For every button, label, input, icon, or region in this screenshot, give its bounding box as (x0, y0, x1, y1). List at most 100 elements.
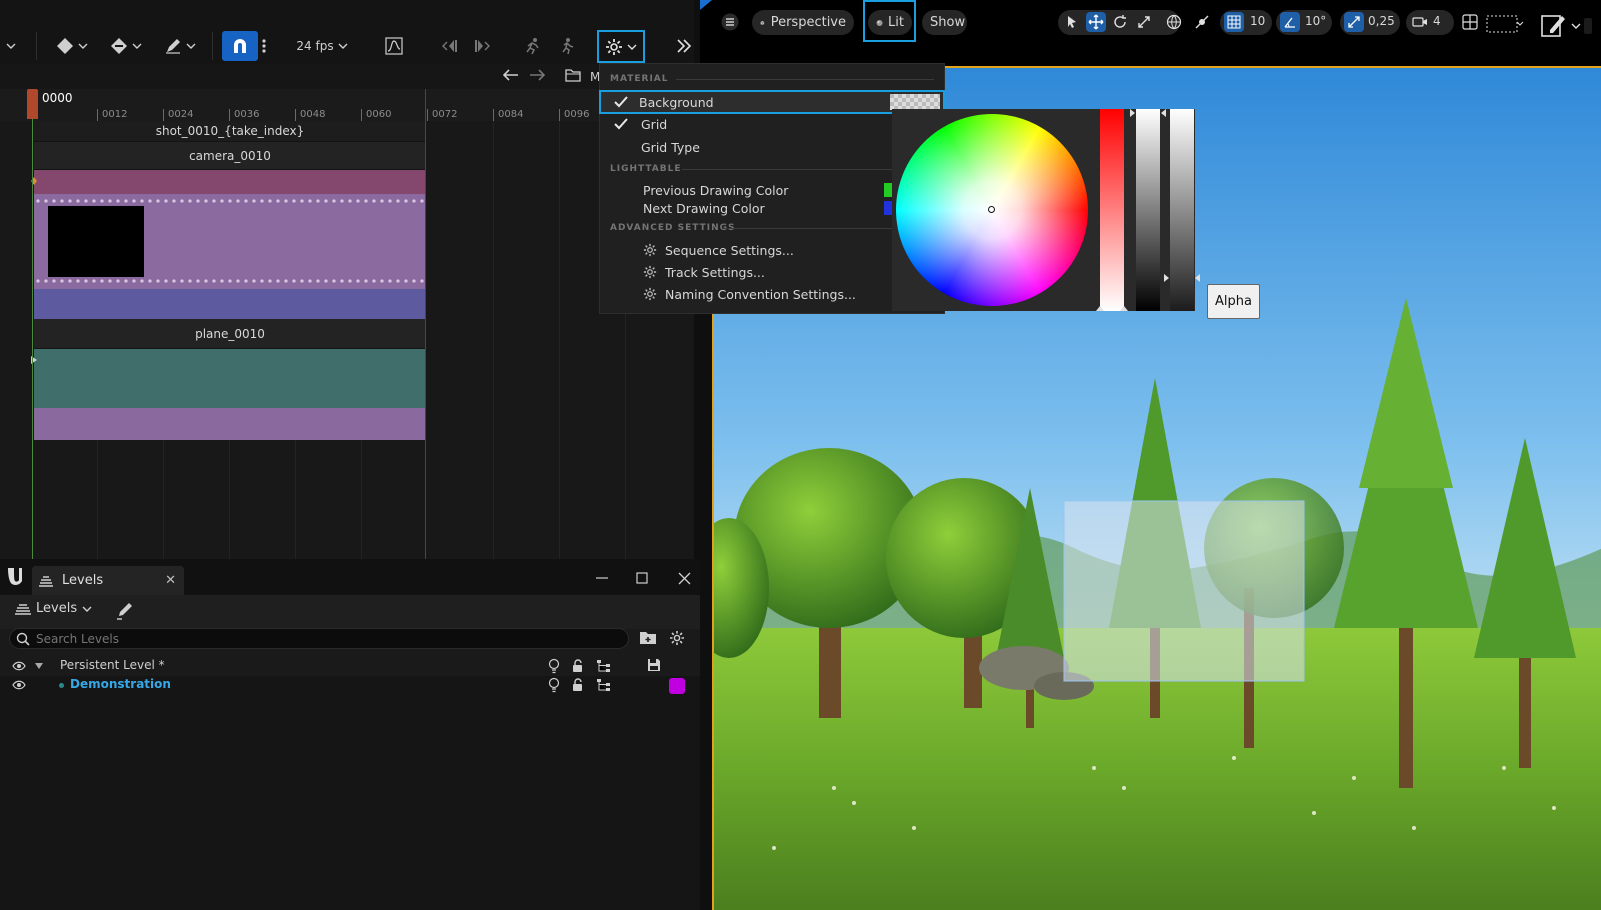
world-space-icon[interactable] (1164, 12, 1184, 32)
gear-icon (606, 39, 622, 55)
level-row-persistent[interactable]: Persistent Level * (0, 657, 700, 676)
jump-previous-key-icon (442, 40, 457, 52)
menu-item-grid-type[interactable]: Grid Type (641, 140, 700, 155)
levels-tab[interactable]: Levels ✕ (32, 566, 184, 595)
fps-dropdown[interactable]: 24 fps (290, 31, 354, 61)
grid-snap-icon[interactable] (1224, 12, 1244, 32)
camera-section-label[interactable]: camera_0010 (34, 142, 426, 170)
search-icon (16, 632, 30, 646)
snap-options-icon[interactable] (258, 31, 270, 61)
value-slider[interactable] (1136, 109, 1160, 311)
toolbar-expand-icon[interactable] (674, 31, 694, 61)
settings-button[interactable] (600, 32, 642, 62)
search-levels-field[interactable] (9, 628, 629, 649)
gear-icon (643, 265, 657, 279)
add-level-folder-icon[interactable] (639, 629, 657, 647)
visibility-eye-icon[interactable] (12, 680, 26, 690)
scale-icon[interactable] (1134, 12, 1154, 32)
select-arrow-icon[interactable] (1062, 12, 1082, 32)
pen-tool-button[interactable] (160, 31, 200, 61)
lock-icon[interactable] (572, 678, 586, 692)
jump-to-start-button[interactable] (438, 31, 464, 61)
close-window-icon[interactable] (672, 568, 696, 588)
menu-item-grid[interactable]: Grid (641, 117, 667, 132)
move-icon[interactable] (1086, 12, 1106, 32)
viewport-layout-icon[interactable] (1460, 12, 1480, 32)
chevron-down-icon (132, 43, 142, 49)
allow-edits-button[interactable] (554, 31, 580, 61)
menu-item-sequence-settings[interactable]: Sequence Settings... (665, 243, 794, 258)
jump-to-end-button[interactable] (468, 31, 494, 61)
diamond-key-icon (57, 38, 73, 54)
previous-color-swatch[interactable] (884, 183, 892, 197)
close-tab-icon[interactable]: ✕ (165, 573, 176, 588)
maximize-icon[interactable] (630, 568, 654, 588)
ruler-tick: 0060 (361, 109, 391, 121)
save-level-icon[interactable] (647, 658, 661, 672)
minimize-icon[interactable] (590, 568, 614, 588)
current-frame-label: 0000 (42, 91, 73, 105)
playhead-handle[interactable] (27, 89, 38, 119)
grid-snap-value: 10 (1250, 14, 1266, 28)
navigate-back-icon[interactable] (500, 64, 522, 86)
saturation-slider[interactable] (1100, 109, 1124, 311)
menu-item-previous-drawing-color[interactable]: Previous Drawing Color (643, 183, 788, 198)
lighting-bulb-icon[interactable] (548, 658, 560, 674)
camera-subtrack-bar[interactable] (34, 289, 426, 319)
value-slider-handle[interactable] (1130, 109, 1166, 117)
gear-icon (643, 243, 657, 257)
playhead-line (32, 119, 33, 559)
magnet-icon (234, 39, 246, 53)
levels-dropdown[interactable]: Levels (14, 601, 92, 616)
separator (36, 32, 37, 60)
ruler-tick: 0012 (97, 109, 127, 121)
shot-section-label[interactable]: shot_0010_{take_index} (34, 121, 426, 142)
hierarchy-icon[interactable] (596, 678, 612, 692)
alpha-slider-handle[interactable] (1164, 274, 1200, 282)
auto-key-button[interactable] (520, 31, 546, 61)
navigate-forward-icon[interactable] (526, 64, 548, 86)
alpha-tooltip: Alpha (1207, 284, 1260, 319)
saturation-slider-handle[interactable] (1096, 303, 1128, 311)
lit-button[interactable]: Lit (868, 10, 912, 35)
key-button[interactable] (52, 31, 92, 61)
levels-icon (39, 575, 53, 587)
levels-settings-gear-icon[interactable] (669, 630, 687, 648)
perspective-button[interactable]: Perspective (752, 10, 854, 35)
search-levels-input[interactable] (36, 631, 596, 646)
surface-snap-icon[interactable] (1192, 12, 1212, 32)
visibility-eye-icon[interactable] (12, 661, 26, 671)
camera-speed-icon[interactable] (1410, 12, 1430, 32)
folder-icon[interactable] (562, 64, 584, 86)
rotate-icon[interactable] (1110, 12, 1130, 32)
lighting-bulb-icon[interactable] (548, 677, 560, 693)
toolbar-overflow-chevron-icon[interactable] (0, 31, 22, 61)
menu-item-next-drawing-color[interactable]: Next Drawing Color (643, 201, 765, 216)
expand-arrow-icon[interactable] (34, 662, 44, 670)
curve-editor-button[interactable] (380, 31, 408, 61)
plane-section-label[interactable]: plane_0010 (34, 319, 426, 349)
lock-icon[interactable] (572, 659, 586, 673)
level-edit-icon[interactable] (114, 600, 136, 622)
edit-mode-dropdown[interactable] (1540, 10, 1592, 40)
layout-dropdown[interactable] (1486, 12, 1524, 36)
level-row-demonstration[interactable]: Demonstration (0, 676, 700, 695)
scale-snap-icon[interactable] (1344, 12, 1364, 32)
ruler-tick: 0024 (163, 109, 193, 121)
level-color-swatch[interactable] (669, 678, 685, 694)
color-wheel-cursor[interactable] (988, 206, 995, 213)
key-interp-button[interactable] (106, 31, 146, 61)
rotation-snap-icon[interactable] (1280, 12, 1300, 32)
menu-item-track-settings[interactable]: Track Settings... (665, 265, 765, 280)
snap-toggle-button[interactable] (222, 31, 258, 61)
plane-track-bar[interactable] (34, 349, 426, 408)
hierarchy-icon[interactable] (596, 659, 612, 673)
next-color-swatch[interactable] (884, 201, 892, 215)
show-button[interactable]: Show (922, 10, 967, 35)
camera-track-bar[interactable] (34, 170, 426, 194)
hamburger-menu-icon[interactable] (720, 12, 740, 32)
background-color-swatch[interactable] (890, 94, 940, 110)
plane-subtrack-bar[interactable] (34, 408, 426, 440)
section-advanced: ADVANCED SETTINGS (610, 223, 736, 233)
menu-item-naming-settings[interactable]: Naming Convention Settings... (665, 287, 856, 302)
